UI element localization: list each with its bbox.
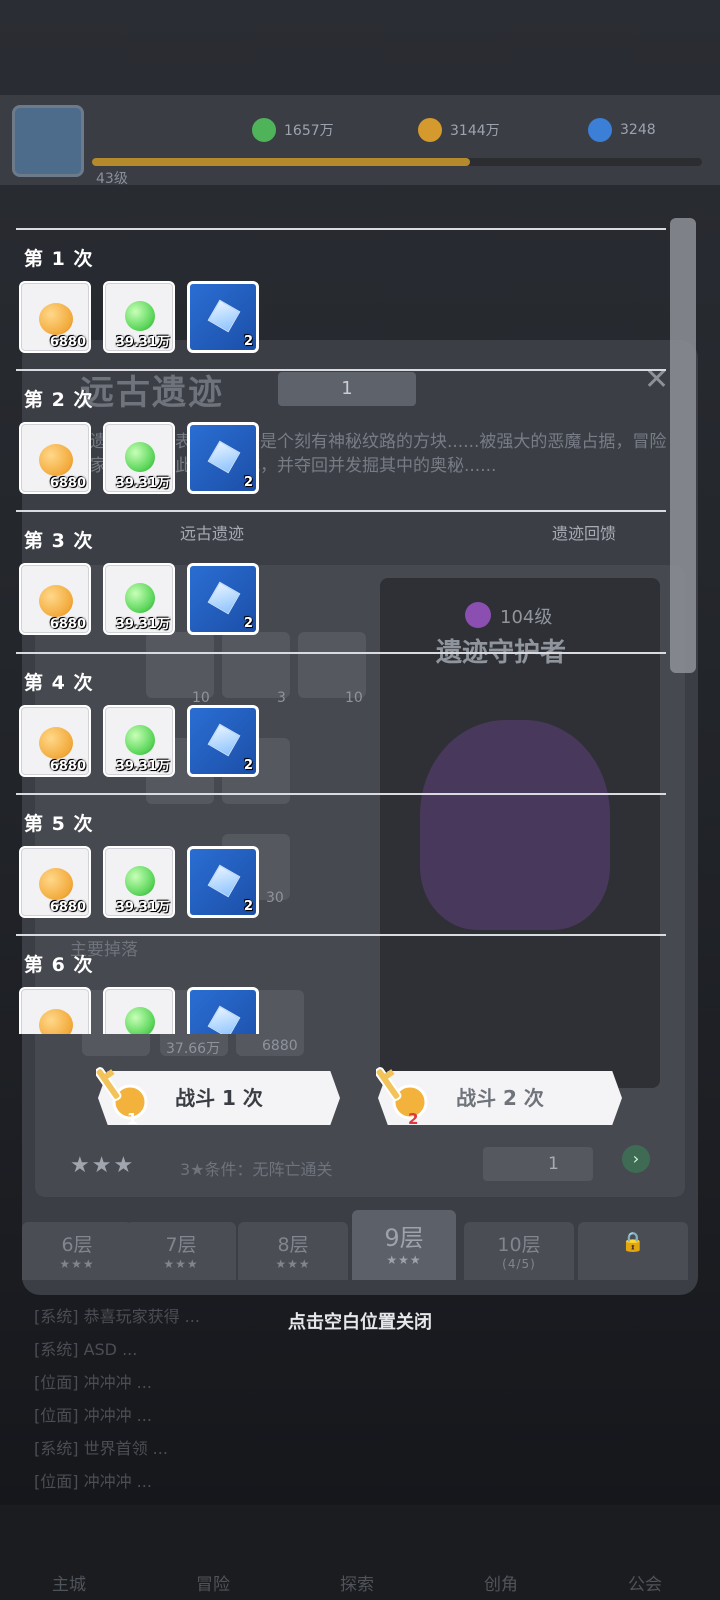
floor-tab-locked[interactable]: 🔒 xyxy=(578,1222,688,1280)
resource-coin: 3144万 xyxy=(418,118,500,142)
coin-icon xyxy=(39,727,73,759)
reward-item[interactable] xyxy=(19,987,91,1034)
floor-tab-9[interactable]: 9层 ★★★ xyxy=(352,1210,456,1280)
experience-bar xyxy=(92,158,702,166)
blue-crystal-icon xyxy=(207,440,241,474)
nav-create[interactable]: 创角 xyxy=(484,1570,518,1595)
reward-item[interactable]: 2 xyxy=(187,563,259,635)
result-round: 第 3 次 6880 39.31万 2 xyxy=(16,510,666,652)
green-gem-icon xyxy=(125,442,155,472)
player-level: 43级 xyxy=(96,171,128,187)
round-title: 第 6 次 xyxy=(24,954,94,976)
blue-crystal-icon xyxy=(207,299,241,333)
blue-crystal-icon xyxy=(207,864,241,898)
stage-stars: ★★★ xyxy=(70,1153,136,1178)
reward-item[interactable]: 6880 xyxy=(19,563,91,635)
reward-item[interactable]: 2 xyxy=(187,846,259,918)
reward-item[interactable]: 2 xyxy=(187,705,259,777)
coin-icon xyxy=(418,118,442,142)
reward-item[interactable]: 6880 xyxy=(19,846,91,918)
reward-item[interactable]: 6880 xyxy=(19,422,91,494)
reward-item[interactable]: 39.31万 xyxy=(103,705,175,777)
floor-tab-7[interactable]: 7层 ★★★ xyxy=(126,1222,236,1280)
key-count-2: 2 xyxy=(408,1110,419,1128)
green-gem-icon xyxy=(125,866,155,896)
star-condition: 3★条件：无阵亡通关 xyxy=(180,1160,333,1179)
blue-crystal-icon xyxy=(207,723,241,757)
result-round: 第 2 次 6880 39.31万 2 xyxy=(16,369,666,511)
bg-drop-count: 6880 xyxy=(262,1038,298,1054)
nav-explore[interactable]: 探索 xyxy=(340,1570,374,1595)
green-gem-icon xyxy=(125,725,155,755)
scrollbar[interactable] xyxy=(670,218,696,673)
nav-main-city[interactable]: 主城 xyxy=(52,1570,86,1595)
key-icon xyxy=(96,1067,148,1120)
floor-tab-6[interactable]: 6层 ★★★ xyxy=(22,1222,132,1280)
round-title: 第 2 次 xyxy=(24,389,94,411)
round-title: 第 1 次 xyxy=(24,248,94,270)
divider xyxy=(16,652,666,654)
result-round: 第 6 次 xyxy=(16,934,666,1034)
reward-item[interactable]: 39.31万 xyxy=(103,846,175,918)
divider xyxy=(16,369,666,371)
reward-item[interactable]: 39.31万 xyxy=(103,563,175,635)
go-arrow-button[interactable]: › xyxy=(622,1145,650,1173)
round-title: 第 5 次 xyxy=(24,813,94,835)
result-round: 第 4 次 6880 39.31万 2 xyxy=(16,652,666,794)
cost-display: 1 xyxy=(483,1147,593,1181)
divider xyxy=(16,793,666,795)
key-icon xyxy=(376,1067,428,1120)
round-title: 第 4 次 xyxy=(24,672,94,694)
blue-crystal-icon xyxy=(207,581,241,615)
resource-diamond: 3248 xyxy=(588,118,656,142)
coin-icon xyxy=(39,303,73,335)
green-gem-icon xyxy=(125,301,155,331)
lock-icon: 🔒 xyxy=(621,1231,645,1253)
nav-guild[interactable]: 公会 xyxy=(628,1570,662,1595)
floor-tab-8[interactable]: 8层 ★★★ xyxy=(238,1222,348,1280)
result-round: 第 1 次 6880 39.31万 2 xyxy=(16,228,666,370)
reward-item[interactable] xyxy=(103,987,175,1034)
gem-icon xyxy=(252,118,276,142)
avatar[interactable] xyxy=(12,105,84,177)
reward-item[interactable]: 2 xyxy=(187,422,259,494)
coin-icon xyxy=(39,868,73,900)
reward-item[interactable]: 6880 xyxy=(19,281,91,353)
key-count-1: 1 xyxy=(127,1110,138,1128)
reward-item[interactable] xyxy=(187,987,259,1034)
nav-adventure[interactable]: 冒险 xyxy=(196,1570,230,1595)
diamond-icon xyxy=(588,118,612,142)
divider xyxy=(16,510,666,512)
reward-item[interactable]: 39.31万 xyxy=(103,422,175,494)
round-title: 第 3 次 xyxy=(24,530,94,552)
reward-item[interactable]: 2 xyxy=(187,281,259,353)
green-gem-icon xyxy=(125,1007,155,1034)
result-round: 第 5 次 6880 39.31万 2 xyxy=(16,793,666,935)
floor-tab-10[interactable]: 10层 (4/5) xyxy=(464,1222,574,1280)
blue-crystal-icon xyxy=(207,1005,241,1034)
sweep-results-list[interactable]: 第 1 次 6880 39.31万 2 第 2 次 6880 39.31万 2 … xyxy=(16,228,666,1034)
divider xyxy=(16,934,666,936)
coin-icon xyxy=(39,1009,73,1034)
resource-gem: 1657万 xyxy=(252,118,334,142)
green-gem-icon xyxy=(125,583,155,613)
divider xyxy=(16,228,666,230)
reward-item[interactable]: 39.31万 xyxy=(103,281,175,353)
bg-drop-count: 37.66万 xyxy=(166,1041,221,1057)
close-hint: 点击空白位置关闭 xyxy=(288,1312,432,1333)
reward-item[interactable]: 6880 xyxy=(19,705,91,777)
coin-icon xyxy=(39,444,73,476)
coin-icon xyxy=(39,585,73,617)
